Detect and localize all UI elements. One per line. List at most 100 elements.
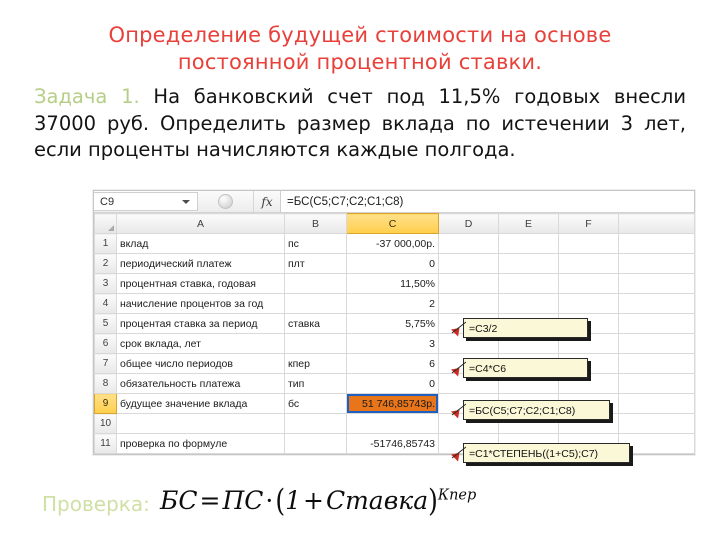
name-box[interactable]: C9 (94, 192, 198, 211)
row-header-3[interactable]: 3 (94, 273, 117, 294)
callout-total-periods: =C4*C6 (451, 358, 588, 378)
cell-G6[interactable] (618, 333, 695, 354)
cell-C11[interactable]: -51746,85743 (346, 433, 439, 454)
cell-C4[interactable]: 2 (346, 293, 439, 314)
cell-B2[interactable]: плт (284, 253, 347, 274)
row-header-4[interactable]: 4 (94, 293, 117, 314)
cell-G2[interactable] (618, 253, 695, 274)
cell-A1[interactable]: вклад (116, 233, 285, 254)
row-header-11[interactable]: 11 (94, 433, 117, 454)
cell-G7[interactable] (618, 353, 695, 374)
cell-D4[interactable] (438, 293, 499, 314)
cell-B7[interactable]: кпер (284, 353, 347, 374)
column-header-f[interactable]: F (558, 213, 619, 234)
cell-B6[interactable] (284, 333, 347, 354)
cell-B8[interactable]: тип (284, 373, 347, 394)
formula-open-paren: ( (275, 482, 286, 519)
slide-title: Определение будущей стоимости на основе … (40, 22, 680, 76)
column-header-a[interactable]: A (116, 213, 285, 234)
formula-close-paren: ) (428, 482, 438, 519)
column-header-b[interactable]: B (284, 213, 347, 234)
formula-bar-buttons[interactable] (198, 191, 254, 212)
callout-power-formula: =C1*СТЕПЕНЬ((1+C5);C7) (451, 443, 630, 463)
cell-G5[interactable] (618, 313, 695, 334)
spreadsheet-body: 1 вклад пс -37 000,00р. 2 периодический плате… (94, 233, 695, 454)
table-row: 2 периодический платеж плт 0 (94, 253, 695, 274)
cell-B10[interactable] (284, 413, 347, 434)
cell-A7[interactable]: общее число периодов (116, 353, 285, 374)
formula-bar: C9 fx =БС(C5;C7;C2;C1;C8) (94, 191, 694, 213)
cell-C3[interactable]: 11,50% (346, 273, 439, 294)
table-row: 1 вклад пс -37 000,00р. (94, 233, 695, 254)
table-row: 4 начисление процентов за год 2 (94, 293, 695, 314)
row-header-8[interactable]: 8 (94, 373, 117, 394)
formula-dot: · (265, 486, 274, 515)
cell-F4[interactable] (558, 293, 619, 314)
callout-rate-per-period: =C3/2 (451, 318, 588, 338)
cell-B5[interactable]: ставка (284, 313, 347, 334)
cell-G3[interactable] (618, 273, 695, 294)
cell-C7[interactable]: 6 (346, 353, 439, 374)
cell-B1[interactable]: пс (284, 233, 347, 254)
cell-G8[interactable] (618, 373, 695, 394)
table-row: 8 обязательность платежа тип 0 (94, 373, 695, 394)
column-header-c[interactable]: C (346, 213, 439, 234)
insert-function-knob-icon[interactable] (218, 194, 233, 209)
cell-E4[interactable] (498, 293, 559, 314)
chevron-down-icon[interactable] (182, 199, 190, 204)
column-header-g[interactable] (618, 213, 695, 234)
cell-G10[interactable] (618, 413, 695, 434)
cell-D1[interactable] (438, 233, 499, 254)
column-header-d[interactable]: D (438, 213, 499, 234)
cell-C1[interactable]: -37 000,00р. (346, 233, 439, 254)
cell-A9[interactable]: будущее значение вклада (116, 393, 285, 414)
cell-C8[interactable]: 0 (346, 373, 439, 394)
table-row: 3 процентная ставка, годовая 11,50% (94, 273, 695, 294)
slide-root: Определение будущей стоимости на основе … (0, 0, 720, 540)
cell-A6[interactable]: срок вклада, лет (116, 333, 285, 354)
callout-text: =C1*СТЕПЕНЬ((1+C5);C7) (469, 448, 599, 460)
cell-G1[interactable] (618, 233, 695, 254)
cell-F3[interactable] (558, 273, 619, 294)
cell-E3[interactable] (498, 273, 559, 294)
cell-B11[interactable] (284, 433, 347, 454)
cell-A2[interactable]: периодический платеж (116, 253, 285, 274)
cell-D2[interactable] (438, 253, 499, 274)
cell-D3[interactable] (438, 273, 499, 294)
cell-A4[interactable]: начисление процентов за год (116, 293, 285, 314)
cell-A3[interactable]: процентная ставка, годовая (116, 273, 285, 294)
cell-C9[interactable]: 51 746,85743р. (346, 393, 439, 414)
formula-input[interactable]: =БС(C5;C7;C2;C1;C8) (280, 191, 694, 212)
cell-A11[interactable]: проверка по формуле (116, 433, 285, 454)
name-box-value: C9 (100, 195, 115, 208)
cell-B4[interactable] (284, 293, 347, 314)
column-header-row: A B C D E F (94, 213, 695, 234)
row-header-5[interactable]: 5 (94, 313, 117, 334)
row-header-2[interactable]: 2 (94, 253, 117, 274)
cell-A5[interactable]: процентая ставка за период (116, 313, 285, 334)
column-header-e[interactable]: E (498, 213, 559, 234)
row-header-9[interactable]: 9 (94, 393, 117, 414)
cell-A10[interactable] (116, 413, 285, 434)
insert-function-icon[interactable]: fx (254, 191, 280, 212)
cell-E1[interactable] (498, 233, 559, 254)
cell-C2[interactable]: 0 (346, 253, 439, 274)
cell-C10[interactable] (346, 413, 439, 434)
cell-G4[interactable] (618, 293, 695, 314)
cell-E2[interactable] (498, 253, 559, 274)
cell-G9[interactable] (618, 393, 695, 414)
row-header-7[interactable]: 7 (94, 353, 117, 374)
cell-A8[interactable]: обязательность платежа (116, 373, 285, 394)
formula-exponent: Кпер (437, 487, 477, 504)
cell-B3[interactable] (284, 273, 347, 294)
cell-F1[interactable] (558, 233, 619, 254)
cell-C5[interactable]: 5,75% (346, 313, 439, 334)
row-header-6[interactable]: 6 (94, 333, 117, 354)
cell-C6[interactable]: 3 (346, 333, 439, 354)
cell-B9[interactable]: бс (284, 393, 347, 414)
row-header-10[interactable]: 10 (94, 413, 117, 434)
callout-text: =C4*C6 (469, 363, 507, 375)
select-all-corner[interactable] (94, 213, 117, 234)
row-header-1[interactable]: 1 (94, 233, 117, 254)
cell-F2[interactable] (558, 253, 619, 274)
